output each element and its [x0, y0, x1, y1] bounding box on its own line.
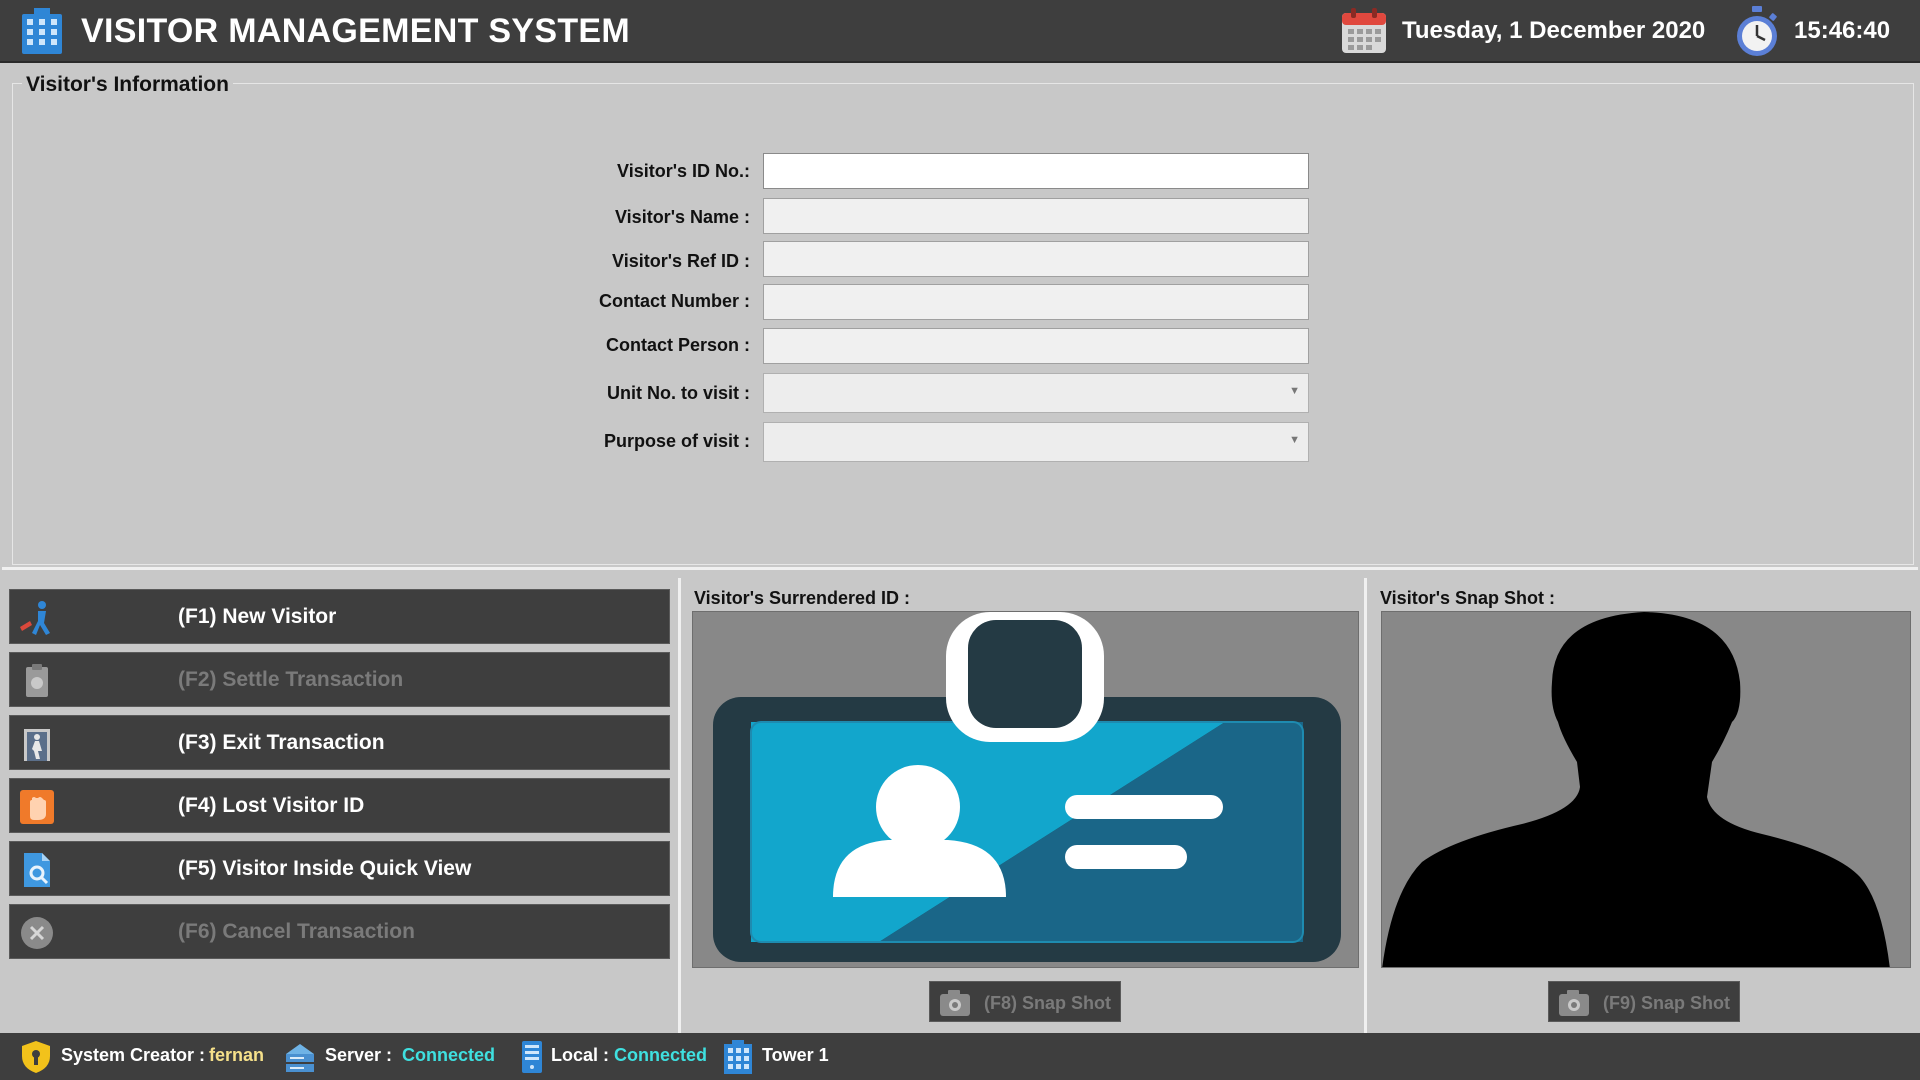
exit-transaction-button[interactable]: (F3) Exit Transaction: [9, 715, 670, 770]
visitor-snapshot-title: Visitor's Snap Shot :: [1380, 588, 1555, 608]
stopwatch-icon: [1737, 6, 1777, 56]
lost-visitor-id-label: (F4) Lost Visitor ID: [178, 794, 365, 817]
visitor-inside-quick-view-button[interactable]: (F5) Visitor Inside Quick View: [9, 841, 670, 896]
person-silhouette-icon: [1382, 612, 1910, 967]
new-visitor-label: (F1) New Visitor: [178, 605, 337, 628]
clipboard-icon: [26, 664, 48, 697]
contact-number-label: Contact Number :: [598, 291, 750, 311]
cancel-circle-icon: [21, 917, 53, 949]
visitor-id-input[interactable]: [763, 153, 1309, 189]
building-icon: [22, 8, 62, 54]
visitor-snapshot-image: [1381, 611, 1911, 968]
visitor-name-input[interactable]: [763, 198, 1309, 234]
location-label: Tower 1: [762, 1045, 829, 1065]
purpose-label: Purpose of visit :: [603, 431, 750, 451]
settle-transaction-button[interactable]: (F2) Settle Transaction: [9, 652, 670, 707]
name-label: Visitor's Name :: [615, 207, 750, 227]
chevron-down-icon: ▼: [1289, 434, 1300, 446]
app-title: VISITOR MANAGEMENT SYSTEM: [81, 12, 631, 50]
visitor-info-legend: Visitor's Information: [22, 73, 233, 97]
visitor-snapshot-panel: Visitor's Snap Shot : (F9) Snap Shot: [1370, 578, 1920, 1033]
server-status: Connected: [402, 1045, 496, 1065]
camera-icon: [940, 990, 970, 1016]
id-no-label: Visitor's ID No.:: [617, 161, 750, 181]
camera-icon: [1559, 990, 1589, 1016]
creator-value: fernan: [209, 1045, 265, 1065]
walking-person-icon: [20, 601, 50, 635]
settle-transaction-label: (F2) Settle Transaction: [178, 668, 404, 691]
cancel-transaction-button[interactable]: (F6) Cancel Transaction: [9, 904, 670, 959]
contact-person-input[interactable]: [763, 328, 1309, 364]
creator-label: System Creator :: [61, 1045, 206, 1065]
f8-snap-shot-button[interactable]: (F8) Snap Shot: [929, 981, 1121, 1022]
exit-transaction-label: (F3) Exit Transaction: [178, 731, 385, 754]
local-status: Connected: [614, 1045, 708, 1065]
shield-icon: [22, 1041, 50, 1073]
surrendered-id-title: Visitor's Surrendered ID :: [694, 588, 911, 608]
chevron-down-icon: ▼: [1289, 385, 1300, 397]
f8-snap-shot-label: (F8) Snap Shot: [984, 993, 1111, 1013]
contact-number-input[interactable]: [763, 284, 1309, 320]
server-icon: [286, 1044, 314, 1072]
action-menu-panel: (F1) New Visitor (F2) Settle Transaction…: [0, 578, 681, 1033]
id-card-icon: [693, 612, 1358, 967]
visitor-ref-id-input[interactable]: [763, 241, 1309, 277]
status-bar: System Creator : fernan Server : Connect…: [0, 1033, 1920, 1080]
surrendered-id-panel: Visitor's Surrendered ID : (F8) Snap Sho…: [684, 578, 1367, 1033]
current-time: 15:46:40: [1794, 17, 1891, 44]
calendar-icon: [1342, 8, 1386, 53]
ref-id-label: Visitor's Ref ID :: [612, 251, 750, 271]
local-database-icon: [522, 1041, 542, 1073]
exit-door-icon: [24, 729, 50, 761]
unit-no-select[interactable]: ▼: [763, 373, 1309, 413]
unit-no-label: Unit No. to visit :: [607, 383, 750, 403]
f9-snap-shot-button[interactable]: (F9) Snap Shot: [1548, 981, 1740, 1022]
document-search-icon: [24, 853, 50, 887]
server-label: Server :: [325, 1045, 393, 1065]
local-label: Local :: [551, 1045, 610, 1065]
cancel-transaction-label: (F6) Cancel Transaction: [178, 920, 415, 943]
building-icon: [724, 1040, 752, 1074]
lost-visitor-id-button[interactable]: (F4) Lost Visitor ID: [9, 778, 670, 833]
surrendered-id-image: [692, 611, 1359, 968]
f9-snap-shot-label: (F9) Snap Shot: [1603, 993, 1730, 1013]
stop-hand-icon: [20, 790, 54, 824]
contact-person-label: Contact Person :: [605, 335, 750, 355]
purpose-select[interactable]: ▼: [763, 422, 1309, 462]
visitor-inside-quick-view-label: (F5) Visitor Inside Quick View: [178, 857, 472, 880]
current-date: Tuesday, 1 December 2020: [1402, 17, 1706, 44]
title-bar: VISITOR MANAGEMENT SYSTEM Tuesday, 1 Dec…: [0, 0, 1920, 63]
new-visitor-button[interactable]: (F1) New Visitor: [9, 589, 670, 644]
